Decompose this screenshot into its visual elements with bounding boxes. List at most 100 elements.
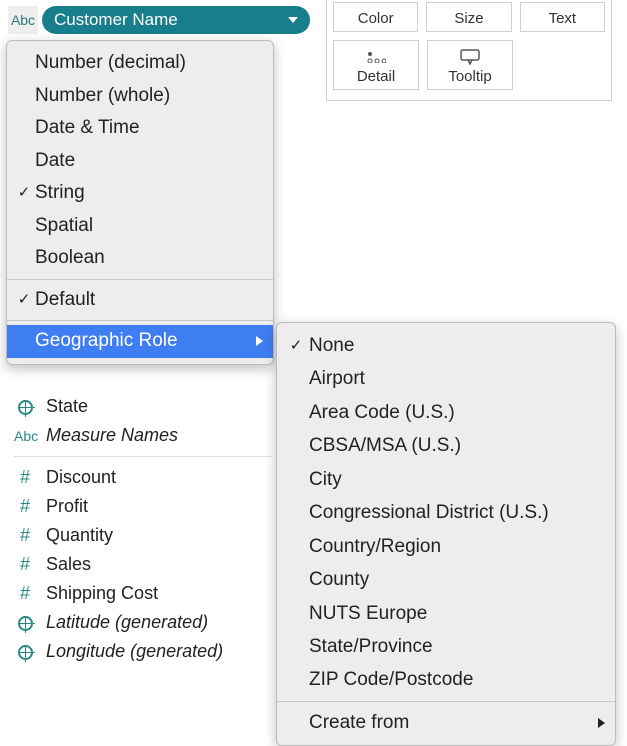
field-quantity[interactable]: # Quantity [14, 521, 274, 550]
marks-tooltip[interactable]: Tooltip [427, 40, 513, 90]
menu-item-label: City [309, 465, 342, 494]
field-pill-row: Abc Customer Name [8, 6, 310, 34]
menu-item-number-whole[interactable]: Number (whole) [7, 80, 273, 113]
menu-item-label: Number (whole) [35, 82, 170, 111]
detail-icon [366, 49, 386, 65]
check-icon: ✓ [13, 289, 35, 312]
field-label: Profit [46, 496, 88, 517]
field-label: Measure Names [46, 425, 178, 446]
field-shipping-cost[interactable]: #Shipping Cost [14, 579, 274, 608]
pill-type-icon: Abc [8, 6, 38, 34]
globe-icon [14, 398, 36, 415]
data-type-menu: Number (decimal) Number (whole) Date & T… [6, 40, 274, 365]
field-label: State [46, 396, 88, 417]
menu-item-default[interactable]: ✓Default [7, 284, 273, 317]
field-latitude[interactable]: Latitude (generated) [14, 608, 274, 637]
field-separator [14, 456, 274, 457]
menu-item-label: String [35, 179, 85, 208]
menu-item-label: Congressional District (U.S.) [309, 498, 549, 527]
hash-icon: # [14, 554, 36, 575]
globe-icon [14, 643, 36, 660]
menu-separator [7, 320, 273, 321]
globe-icon [14, 614, 36, 631]
menu-item-label: Create from [309, 708, 409, 737]
menu-item-label: Spatial [35, 212, 93, 241]
field-pill-customer-name[interactable]: Customer Name [42, 6, 310, 34]
menu-item-label: Number (decimal) [35, 49, 186, 78]
field-label: Discount [46, 467, 116, 488]
field-state[interactable]: State [14, 392, 274, 421]
menu-item-boolean[interactable]: Boolean [7, 242, 273, 275]
hash-icon: # [14, 496, 36, 517]
pill-label: Customer Name [54, 10, 178, 30]
marks-card: Color Size Text Detail Tooltip [326, 0, 612, 101]
field-label: Longitude (generated) [46, 641, 223, 662]
field-sales[interactable]: # Sales [14, 550, 274, 579]
menu-item-label: Geographic Role [35, 327, 178, 356]
chevron-right-icon [256, 336, 263, 346]
field-profit[interactable]: # Profit [14, 492, 274, 521]
geo-item-country-region[interactable]: Country/Region [277, 530, 615, 563]
abc-icon: Abc [14, 428, 36, 444]
menu-item-label: County [309, 565, 369, 594]
chevron-right-icon [598, 718, 605, 728]
field-label: Latitude (generated) [46, 612, 208, 633]
menu-item-label: None [309, 331, 354, 360]
marks-row-2: Detail Tooltip [333, 40, 605, 90]
geo-item-airport[interactable]: Airport [277, 362, 615, 395]
geo-item-cbsa-msa[interactable]: CBSA/MSA (U.S.) [277, 429, 615, 462]
geo-item-nuts-europe[interactable]: NUTS Europe [277, 597, 615, 630]
menu-item-label: Date [35, 147, 75, 176]
marks-cell-label: Color [358, 10, 394, 27]
menu-item-label: ZIP Code/Postcode [309, 665, 473, 694]
geo-item-create-from[interactable]: Create from [277, 706, 615, 739]
field-label: Shipping Cost [46, 583, 158, 604]
geo-item-congressional-district[interactable]: Congressional District (U.S.) [277, 496, 615, 529]
menu-separator [7, 279, 273, 280]
menu-item-label: Date & Time [35, 114, 140, 143]
field-label: Sales [46, 554, 91, 575]
field-measure-names[interactable]: Abc Measure Names [14, 421, 274, 450]
field-label: Quantity [46, 525, 113, 546]
chevron-down-icon [288, 17, 298, 23]
marks-size[interactable]: Size [426, 2, 511, 32]
menu-item-label: CBSA/MSA (U.S.) [309, 431, 461, 460]
menu-item-label: Area Code (U.S.) [309, 398, 455, 427]
geo-item-city[interactable]: City [277, 463, 615, 496]
menu-separator [277, 701, 615, 702]
marks-cell-label: Tooltip [448, 68, 491, 85]
menu-item-label: Airport [309, 364, 365, 393]
geo-item-state-province[interactable]: State/Province [277, 630, 615, 663]
geographic-role-menu: ✓None Airport Area Code (U.S.) CBSA/MSA … [276, 322, 616, 746]
geo-item-none[interactable]: ✓None [277, 329, 615, 362]
menu-item-label: Default [35, 286, 95, 315]
field-discount[interactable]: # Discount [14, 463, 274, 492]
marks-detail[interactable]: Detail [333, 40, 419, 90]
menu-item-string[interactable]: ✓String [7, 177, 273, 210]
menu-item-label: NUTS Europe [309, 599, 427, 628]
marks-color[interactable]: Color [333, 2, 418, 32]
tooltip-icon [459, 49, 481, 65]
menu-item-geographic-role[interactable]: Geographic Role [7, 325, 273, 358]
menu-item-date[interactable]: Date [7, 145, 273, 178]
marks-cell-label: Text [549, 10, 577, 27]
marks-cell-label: Detail [357, 68, 395, 85]
menu-item-label: Boolean [35, 244, 105, 273]
geo-item-zip-postcode[interactable]: ZIP Code/Postcode [277, 663, 615, 696]
data-pane-fields: State Abc Measure Names # Discount # Profit… [14, 392, 274, 666]
marks-text[interactable]: Text [520, 2, 605, 32]
check-icon: ✓ [13, 182, 35, 205]
menu-item-label: State/Province [309, 632, 433, 661]
menu-item-date-time[interactable]: Date & Time [7, 112, 273, 145]
geo-item-county[interactable]: County [277, 563, 615, 596]
hash-icon: # [14, 525, 36, 546]
abc-icon: Abc [11, 12, 35, 28]
menu-item-number-decimal[interactable]: Number (decimal) [7, 47, 273, 80]
field-longitude[interactable]: Longitude (generated) [14, 637, 274, 666]
menu-item-label: Country/Region [309, 532, 441, 561]
geo-item-area-code[interactable]: Area Code (U.S.) [277, 396, 615, 429]
menu-item-spatial[interactable]: Spatial [7, 210, 273, 243]
hash-icon: # [14, 467, 36, 488]
marks-row-1: Color Size Text [333, 2, 605, 32]
marks-cell-label: Size [454, 10, 483, 27]
